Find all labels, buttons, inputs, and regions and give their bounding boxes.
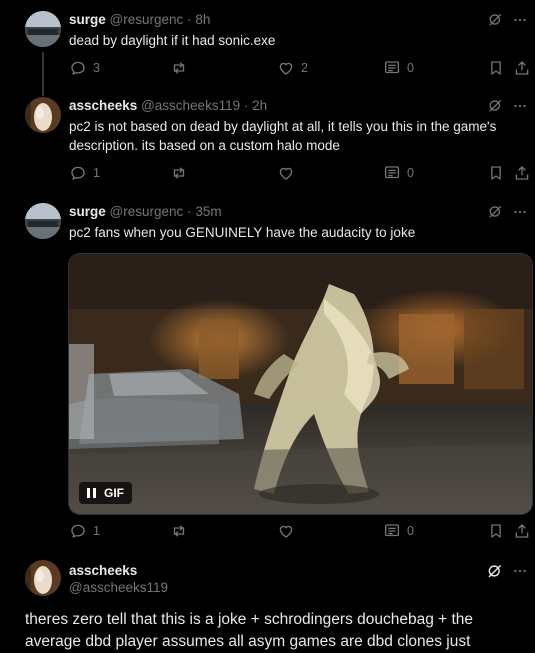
grok-slash-icon[interactable] xyxy=(487,97,504,114)
share-icon xyxy=(513,59,531,77)
action-bar: 1 0 xyxy=(69,164,535,184)
views-count: 0 xyxy=(407,166,414,180)
views-button[interactable]: 0 xyxy=(383,522,414,540)
like-count: 2 xyxy=(301,61,308,75)
tweet-2[interactable]: asscheeks @asscheeks119 · 2h pc2 is not … xyxy=(0,97,535,197)
separator-dot: · xyxy=(187,12,192,27)
reply-bubble-icon xyxy=(69,164,87,182)
more-dots-icon[interactable] xyxy=(512,204,528,220)
retweet-icon xyxy=(170,164,188,182)
separator-dot: · xyxy=(243,98,249,113)
timestamp[interactable]: 35m xyxy=(195,204,221,219)
display-name-block: asscheeks @asscheeks119 xyxy=(69,562,168,596)
views-button[interactable]: 0 xyxy=(383,164,414,182)
bookmark-icon xyxy=(487,522,505,540)
user-handle[interactable]: @resurgenc xyxy=(110,12,184,27)
retweet-button[interactable] xyxy=(170,59,194,77)
surge-avatar-icon xyxy=(25,11,61,47)
like-button[interactable] xyxy=(277,164,301,182)
action-bar: 1 0 xyxy=(69,522,535,542)
tweet-header: surge @resurgenc · 35m xyxy=(69,203,222,220)
views-count: 0 xyxy=(407,524,414,538)
pause-icon[interactable] xyxy=(87,488,96,498)
bookmark-button[interactable] xyxy=(487,59,505,77)
reply-button[interactable]: 1 xyxy=(69,522,100,540)
views-chart-icon xyxy=(383,59,401,77)
avatar[interactable] xyxy=(25,97,61,133)
thread-line xyxy=(42,52,44,96)
gif-media[interactable]: GIF xyxy=(68,253,533,515)
like-button[interactable] xyxy=(277,522,301,540)
share-button[interactable] xyxy=(513,164,531,182)
display-name[interactable]: asscheeks xyxy=(69,562,168,579)
bookmark-icon xyxy=(487,59,505,77)
heart-icon xyxy=(277,59,295,77)
reply-button[interactable]: 3 xyxy=(69,59,100,77)
retweet-icon xyxy=(170,522,188,540)
share-button[interactable] xyxy=(513,59,531,77)
tweet-header: asscheeks @asscheeks119 · 2h xyxy=(69,97,267,114)
retweet-icon xyxy=(170,59,188,77)
views-chart-icon xyxy=(383,522,401,540)
gif-label: GIF xyxy=(104,486,124,500)
views-chart-icon xyxy=(383,164,401,182)
avatar[interactable] xyxy=(25,203,61,239)
reply-bubble-icon xyxy=(69,59,87,77)
tweet-text: dead by daylight if it had sonic.exe xyxy=(69,33,276,48)
user-handle[interactable]: @asscheeks119 xyxy=(141,98,240,113)
more-dots-icon[interactable] xyxy=(512,563,528,579)
grok-slash-icon[interactable] xyxy=(487,203,504,220)
tweet-3[interactable]: surge @resurgenc · 35m pc2 fans when you… xyxy=(0,203,535,548)
reply-count: 3 xyxy=(93,61,100,75)
bookmark-button[interactable] xyxy=(487,164,505,182)
tweet-text: pc2 is not based on dead by daylight at … xyxy=(69,119,497,153)
share-button[interactable] xyxy=(513,522,531,540)
tweet-text: pc2 fans when you GENUINELY have the aud… xyxy=(69,225,416,240)
more-dots-icon[interactable] xyxy=(512,98,528,114)
display-name[interactable]: asscheeks xyxy=(69,98,137,113)
bookmark-icon xyxy=(487,164,505,182)
views-count: 0 xyxy=(407,61,414,75)
action-bar: 3 2 0 xyxy=(69,59,535,79)
reply-count: 1 xyxy=(93,166,100,180)
tweet-1[interactable]: surge @resurgenc · 8h dead by daylight i… xyxy=(0,11,535,96)
heart-icon xyxy=(277,522,295,540)
display-name[interactable]: surge xyxy=(69,12,106,27)
like-button[interactable]: 2 xyxy=(277,59,308,77)
tweet-4-focused[interactable]: asscheeks @asscheeks119 theres zero tell… xyxy=(0,560,535,650)
grok-slash-icon[interactable] xyxy=(487,11,504,28)
user-handle[interactable]: @asscheeks119 xyxy=(69,579,168,596)
avatar[interactable] xyxy=(25,11,61,47)
tweet-text: theres zero tell that this is a joke + s… xyxy=(25,611,474,650)
grok-slash-icon[interactable] xyxy=(486,562,504,580)
tweet-top-icons xyxy=(487,203,528,220)
separator-dot: · xyxy=(187,204,192,219)
tweet-header: surge @resurgenc · 8h xyxy=(69,11,210,28)
retweet-button[interactable] xyxy=(170,522,194,540)
heart-icon xyxy=(277,164,295,182)
reply-count: 1 xyxy=(93,524,100,538)
bookmark-button[interactable] xyxy=(487,522,505,540)
tweet-top-icons xyxy=(487,97,528,114)
tweet-top-icons xyxy=(487,11,528,28)
share-icon xyxy=(513,164,531,182)
asscheeks-avatar-icon xyxy=(25,97,61,133)
retweet-button[interactable] xyxy=(170,164,194,182)
timestamp[interactable]: 2h xyxy=(252,98,267,113)
share-icon xyxy=(513,522,531,540)
gif-badge[interactable]: GIF xyxy=(79,482,132,504)
surge-avatar-icon xyxy=(25,203,61,239)
gif-frame-image xyxy=(69,254,532,514)
reply-button[interactable]: 1 xyxy=(69,164,100,182)
reply-bubble-icon xyxy=(69,522,87,540)
user-handle[interactable]: @resurgenc xyxy=(110,204,184,219)
display-name[interactable]: surge xyxy=(69,204,106,219)
more-dots-icon[interactable] xyxy=(512,12,528,28)
tweet-top-icons xyxy=(486,562,528,580)
asscheeks-avatar-icon xyxy=(25,560,61,596)
views-button[interactable]: 0 xyxy=(383,59,414,77)
timestamp[interactable]: 8h xyxy=(195,12,210,27)
avatar[interactable] xyxy=(25,560,61,596)
